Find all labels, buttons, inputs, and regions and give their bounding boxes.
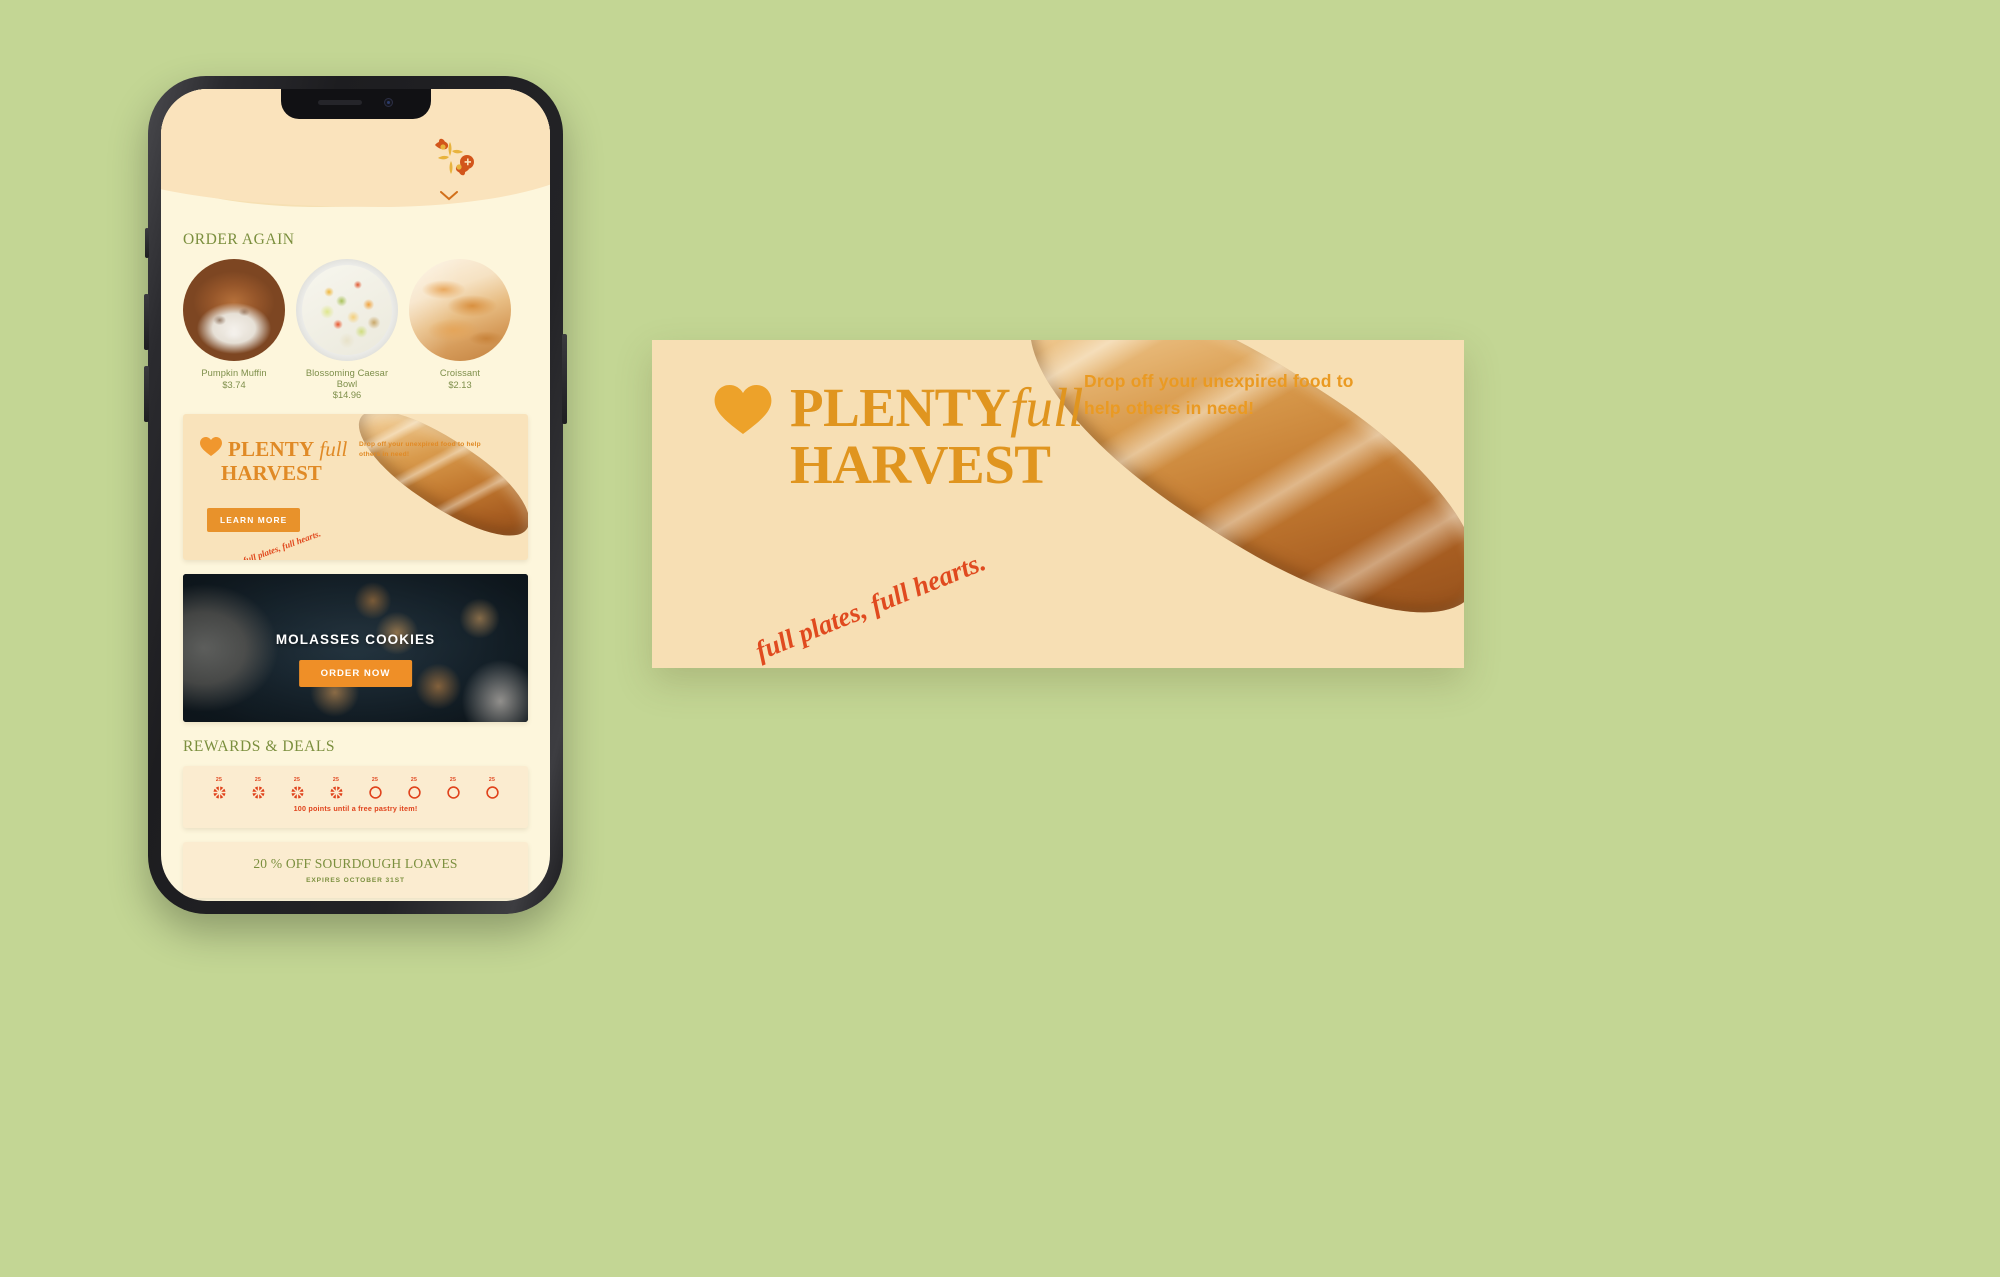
- reward-stamp[interactable]: 25: [361, 777, 389, 799]
- reward-stamp[interactable]: 25: [283, 777, 311, 799]
- rewards-progress-card[interactable]: 25 25 25 25 25 25 25 25 100 points until…: [183, 766, 528, 829]
- stamp-filled-icon: [244, 785, 272, 799]
- brand-full: full: [1010, 377, 1084, 438]
- stamp-filled-icon: [205, 785, 233, 799]
- stamp-empty-icon: [439, 785, 467, 799]
- phone-mockup: ORDER AGAIN Pumpkin Muffin $3.74 Blossom…: [144, 76, 567, 914]
- molasses-cookies-photo: [183, 574, 528, 723]
- brand-plenty: PLENTY: [790, 377, 1011, 438]
- phone-screen: ORDER AGAIN Pumpkin Muffin $3.74 Blossom…: [161, 89, 550, 901]
- order-again-title: ORDER AGAIN: [183, 231, 295, 248]
- speaker-grill: [318, 100, 362, 105]
- deal-title: 20 % OFF SOURDOUGH LOAVES: [253, 856, 458, 872]
- order-item-name: Blossoming Caesar Bowl: [305, 368, 389, 389]
- harvest-card-subtitle: Drop off your unexpired food to help oth…: [359, 441, 481, 459]
- order-now-button[interactable]: ORDER NOW: [298, 660, 413, 688]
- chevron-down-icon[interactable]: [440, 188, 458, 206]
- volume-down-button[interactable]: [144, 366, 149, 422]
- pumpkin-muffin-photo: [183, 259, 285, 361]
- learn-more-button[interactable]: LEARN MORE: [207, 508, 301, 533]
- stamp-points: 25: [410, 777, 418, 784]
- harvest-card-logo: PLENTY full HARVEST: [199, 436, 347, 484]
- reward-stamp[interactable]: 25: [322, 777, 350, 799]
- order-item-caesar-bowl[interactable]: Blossoming Caesar Bowl $14.96: [296, 259, 398, 400]
- brand-plenty: PLENTY: [228, 436, 315, 461]
- croissant-photo: [409, 259, 511, 361]
- stamp-points: 25: [332, 777, 340, 784]
- brand-harvest: HARVEST: [790, 434, 1051, 495]
- order-item-name: Pumpkin Muffin: [201, 368, 267, 378]
- harvest-banner-logo: PLENTYfull HARVEST: [712, 376, 1083, 496]
- harvest-promo-card[interactable]: PLENTY full HARVEST Drop off your unexpir…: [183, 414, 528, 561]
- heart-icon: [199, 436, 223, 462]
- deal-expiry: EXPIRES OCTOBER 31ST: [306, 877, 405, 885]
- stamp-empty-icon: [361, 785, 389, 799]
- reward-stamp[interactable]: 25: [244, 777, 272, 799]
- stamp-points: 25: [449, 777, 457, 784]
- reward-stamp[interactable]: 25: [400, 777, 428, 799]
- stamp-empty-icon: [478, 785, 506, 799]
- stamp-points: 25: [215, 777, 223, 784]
- reward-stamp[interactable]: 25: [478, 777, 506, 799]
- stamp-points: 25: [371, 777, 379, 784]
- order-item-pumpkin-muffin[interactable]: Pumpkin Muffin $3.74: [183, 259, 285, 400]
- reward-stamp[interactable]: 25: [205, 777, 233, 799]
- order-again-row: Pumpkin Muffin $3.74 Blossoming Caesar B…: [161, 259, 550, 400]
- volume-up-button[interactable]: [144, 294, 149, 350]
- stamp-empty-icon: [400, 785, 428, 799]
- stamp-points: 25: [488, 777, 496, 784]
- phone-notch: [280, 89, 431, 119]
- hands-plant-circle-logo[interactable]: [426, 131, 478, 183]
- order-item-price: $14.96: [332, 390, 362, 401]
- stamp-filled-icon: [283, 785, 311, 799]
- cookies-card-title: MOLASSES COOKIES: [275, 632, 436, 648]
- rewards-deals-title: REWARDS & DEALS: [183, 738, 336, 756]
- harvest-banner-subtitle: Drop off your unexpired food to help oth…: [1084, 371, 1354, 419]
- reward-stamp[interactable]: 25: [439, 777, 467, 799]
- brand-harvest: HARVEST: [221, 461, 322, 486]
- stamp-points: 25: [254, 777, 262, 784]
- molasses-cookies-card[interactable]: MOLASSES COOKIES ORDER NOW: [183, 574, 528, 723]
- harvest-banner: PLENTYfull HARVEST Drop off your unexpir…: [652, 340, 1464, 668]
- order-item-price: $3.74: [222, 379, 246, 390]
- rewards-stamp-row: 25 25 25 25 25 25 25 25: [199, 777, 512, 799]
- order-item-price: $2.13: [448, 379, 472, 390]
- stamp-points: 25: [293, 777, 301, 784]
- rewards-progress-text: 100 points until a free pastry item!: [293, 804, 418, 814]
- front-camera-icon: [384, 98, 393, 107]
- brand-full: full: [319, 436, 348, 461]
- order-item-croissant[interactable]: Croissant $2.13: [409, 259, 511, 400]
- caesar-bowl-photo: [296, 259, 398, 361]
- power-button[interactable]: [562, 334, 567, 424]
- stamp-filled-icon: [322, 785, 350, 799]
- deal-card-sourdough[interactable]: 20 % OFF SOURDOUGH LOAVES EXPIRES OCTOBE…: [183, 842, 528, 899]
- order-item-name: Croissant: [439, 368, 481, 378]
- heart-icon: [712, 382, 774, 442]
- silent-switch[interactable]: [145, 228, 149, 258]
